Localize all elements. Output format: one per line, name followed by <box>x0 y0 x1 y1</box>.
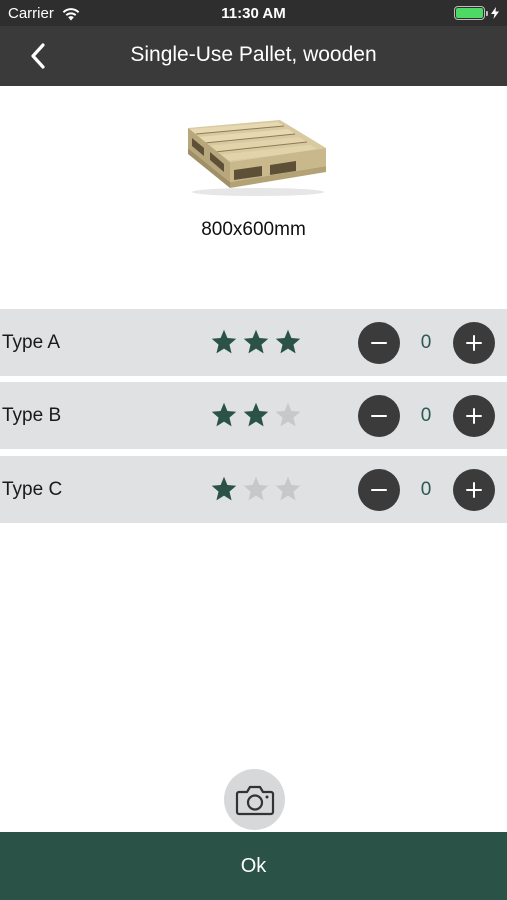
increment-button[interactable] <box>453 395 495 437</box>
type-row: Type B 0 <box>0 382 507 449</box>
star-rating <box>210 401 306 429</box>
battery-level <box>456 8 483 18</box>
star-filled-icon <box>211 476 237 501</box>
type-row: Type A 0 <box>0 309 507 376</box>
plus-icon <box>466 482 482 498</box>
type-label: Type C <box>2 479 63 500</box>
star-filled-icon <box>211 402 237 427</box>
product-size: 800x600mm <box>201 219 306 240</box>
battery-indicator <box>454 6 499 20</box>
status-bar: Carrier 11:30 AM <box>0 0 507 26</box>
decrement-button[interactable] <box>358 395 400 437</box>
status-time: 11:30 AM <box>221 5 286 22</box>
star-empty-icon <box>275 402 301 427</box>
star-rating <box>210 328 306 356</box>
wooden-pallet-image <box>188 120 326 196</box>
navigation-bar: Single-Use Pallet, wooden <box>0 26 507 86</box>
minus-icon <box>371 415 387 417</box>
minus-icon <box>371 489 387 491</box>
page-title: Single-Use Pallet, wooden <box>130 43 377 66</box>
decrement-button[interactable] <box>358 322 400 364</box>
charging-bolt-icon <box>491 7 499 19</box>
plus-icon <box>466 408 482 424</box>
quantity-value: 0 <box>420 405 432 426</box>
star-filled-icon <box>243 329 269 354</box>
star-rating <box>210 475 306 503</box>
increment-button[interactable] <box>453 322 495 364</box>
camera-icon <box>235 785 274 815</box>
quantity-value: 0 <box>420 479 432 500</box>
quantity-value: 0 <box>420 332 432 353</box>
increment-button[interactable] <box>453 469 495 511</box>
type-row: Type C 0 <box>0 456 507 523</box>
battery-nub <box>486 10 488 16</box>
camera-button[interactable] <box>224 769 285 830</box>
plus-icon <box>466 335 482 351</box>
type-label: Type B <box>2 405 62 426</box>
type-label: Type A <box>2 332 61 353</box>
battery-icon <box>454 6 485 20</box>
star-filled-icon <box>243 402 269 427</box>
decrement-button[interactable] <box>358 469 400 511</box>
star-filled-icon <box>275 329 301 354</box>
star-empty-icon <box>275 476 301 501</box>
star-empty-icon <box>243 476 269 501</box>
star-filled-icon <box>211 329 237 354</box>
ok-button[interactable]: Ok <box>0 832 507 900</box>
minus-icon <box>371 342 387 344</box>
